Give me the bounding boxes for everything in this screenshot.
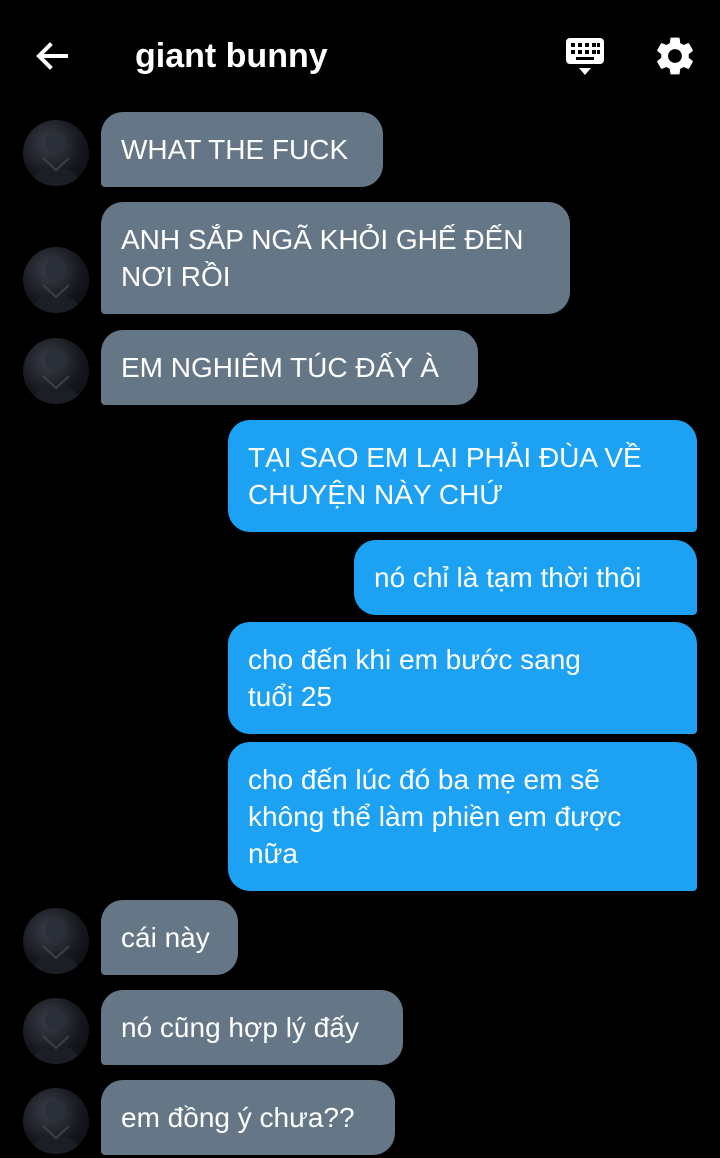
- message-text: nó chỉ là tạm thời thôi: [374, 562, 642, 593]
- message-bubble-incoming[interactable]: ANH SẮP NGÃ KHỎI GHẾ ĐẾN NƠI RỒI: [101, 202, 570, 314]
- message-text: cho đến lúc đó ba mẹ em sẽ không thể làm…: [248, 764, 622, 869]
- message-text: EM NGHIÊM TÚC ĐẤY À: [121, 352, 439, 383]
- message-text: cho đến khi em bước sang tuổi 25: [248, 644, 581, 712]
- avatar-photo: [31, 349, 81, 404]
- back-arrow-icon: [36, 42, 68, 70]
- avatar[interactable]: [23, 120, 89, 186]
- back-button[interactable]: [30, 34, 74, 78]
- message-text: nó cũng hợp lý đấy: [121, 1012, 359, 1043]
- keyboard-icon: [566, 38, 604, 75]
- avatar-photo: [31, 131, 81, 186]
- message-bubble-incoming[interactable]: WHAT THE FUCK: [101, 112, 383, 187]
- message-text: WHAT THE FUCK: [121, 134, 349, 165]
- message-text: em đồng ý chưa??: [121, 1102, 355, 1133]
- message-bubble-incoming[interactable]: EM NGHIÊM TÚC ĐẤY À: [101, 330, 478, 405]
- avatar-photo: [31, 1099, 81, 1154]
- settings-button[interactable]: [652, 33, 698, 79]
- conversation-title: giant bunny: [135, 37, 328, 75]
- avatar[interactable]: [23, 908, 89, 974]
- avatar[interactable]: [23, 338, 89, 404]
- avatar[interactable]: [23, 998, 89, 1064]
- message-bubble-outgoing[interactable]: cho đến khi em bước sang tuổi 25: [228, 622, 697, 734]
- avatar-photo: [31, 919, 81, 974]
- message-bubble-outgoing[interactable]: nó chỉ là tạm thời thôi: [354, 540, 697, 615]
- conversation-header: giant bunny: [0, 0, 720, 110]
- message-bubble-incoming[interactable]: em đồng ý chưa??: [101, 1080, 395, 1155]
- avatar[interactable]: [23, 247, 89, 313]
- message-text: TẠI SAO EM LẠI PHẢI ĐÙA VỀ CHUYỆN NÀY CH…: [248, 442, 642, 510]
- avatar-photo: [31, 1009, 81, 1064]
- message-bubble-incoming[interactable]: cái này: [101, 900, 238, 975]
- message-bubble-incoming[interactable]: nó cũng hợp lý đấy: [101, 990, 403, 1065]
- avatar-photo: [31, 258, 81, 313]
- message-text: ANH SẮP NGÃ KHỎI GHẾ ĐẾN NƠI RỒI: [121, 224, 524, 292]
- message-bubble-outgoing[interactable]: TẠI SAO EM LẠI PHẢI ĐÙA VỀ CHUYỆN NÀY CH…: [228, 420, 697, 532]
- gear-icon: [657, 37, 693, 75]
- message-text: cái này: [121, 922, 210, 953]
- message-bubble-outgoing[interactable]: cho đến lúc đó ba mẹ em sẽ không thể làm…: [228, 742, 697, 891]
- keyboard-button[interactable]: [562, 34, 608, 80]
- avatar[interactable]: [23, 1088, 89, 1154]
